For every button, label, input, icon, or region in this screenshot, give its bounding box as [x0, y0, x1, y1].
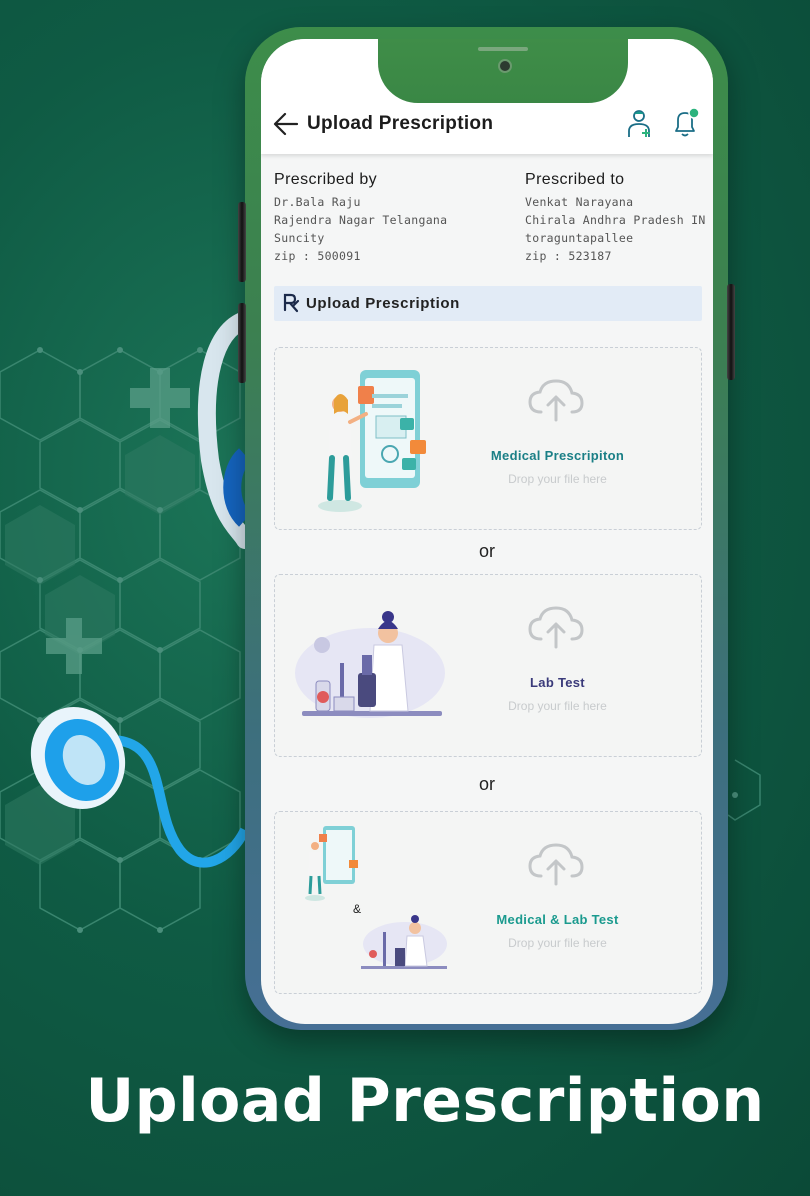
lab-scientist-illustration — [295, 611, 445, 718]
medical-prescription-upload-card[interactable]: Medical Prescripiton Drop your file here — [274, 347, 702, 530]
or-separator: or — [478, 541, 495, 561]
upload-section-header: Upload Prescription — [274, 286, 702, 321]
page-title: Upload Prescription — [307, 113, 494, 134]
volume-up-button — [238, 202, 246, 282]
patient-name: Venkat Narayana — [525, 195, 634, 209]
medical-and-lab-upload-card[interactable]: & Medical & Lab Test Drop your file here — [274, 811, 702, 994]
promo-tagline: Upload Prescription — [85, 1066, 765, 1136]
phone-notch — [378, 39, 628, 103]
combined-illustration — [305, 826, 447, 969]
back-arrow-icon[interactable] — [273, 111, 299, 137]
doctor-zip: zip : 500091 — [274, 249, 361, 263]
phone-screen: Upload Prescription Prescribed by Dr.Bal… — [261, 39, 713, 1024]
drop-hint: Drop your file here — [508, 699, 607, 713]
doctor-with-tablet-illustration — [318, 370, 426, 512]
card-title: Lab Test — [530, 675, 585, 690]
notification-bell-icon[interactable] — [671, 107, 701, 139]
patient-address: Chirala Andhra Pradesh IN — [525, 213, 706, 227]
rx-icon — [283, 293, 300, 313]
prescribed-by-heading: Prescribed by — [274, 171, 378, 188]
or-separator: or — [478, 774, 495, 794]
volume-down-button — [238, 303, 246, 383]
drop-hint: Drop your file here — [508, 936, 607, 950]
add-doctor-icon[interactable] — [627, 109, 653, 139]
prescribed-to-heading: Prescribed to — [525, 171, 625, 188]
ampersand-label: & — [353, 902, 362, 916]
cloud-upload-icon — [528, 379, 584, 422]
stethoscope-illustration — [30, 311, 254, 868]
doctor-locality: Suncity — [274, 231, 325, 245]
phone-frame: Upload Prescription Prescribed by Dr.Bal… — [238, 27, 735, 1030]
cloud-upload-icon — [528, 843, 584, 886]
cloud-upload-icon — [528, 606, 584, 649]
doctor-name: Dr.Bala Raju — [274, 195, 361, 209]
power-button — [727, 284, 735, 380]
drop-hint: Drop your file here — [508, 472, 607, 486]
card-title: Medical Prescripiton — [490, 448, 625, 463]
doctor-address: Rajendra Nagar Telangana — [274, 213, 448, 227]
front-camera — [498, 59, 512, 73]
prescribed-by-block: Prescribed by Dr.Bala Raju Rajendra Naga… — [274, 171, 447, 265]
patient-zip: zip : 523187 — [525, 249, 612, 263]
lab-test-upload-card[interactable]: Lab Test Drop your file here — [274, 574, 702, 757]
card-title: Medical & Lab Test — [496, 912, 619, 927]
patient-locality: toraguntapallee — [525, 231, 634, 245]
prescribed-to-block: Prescribed to Venkat Narayana Chirala An… — [525, 171, 706, 265]
section-title: Upload Prescription — [306, 295, 460, 312]
speaker-grille — [478, 47, 528, 51]
